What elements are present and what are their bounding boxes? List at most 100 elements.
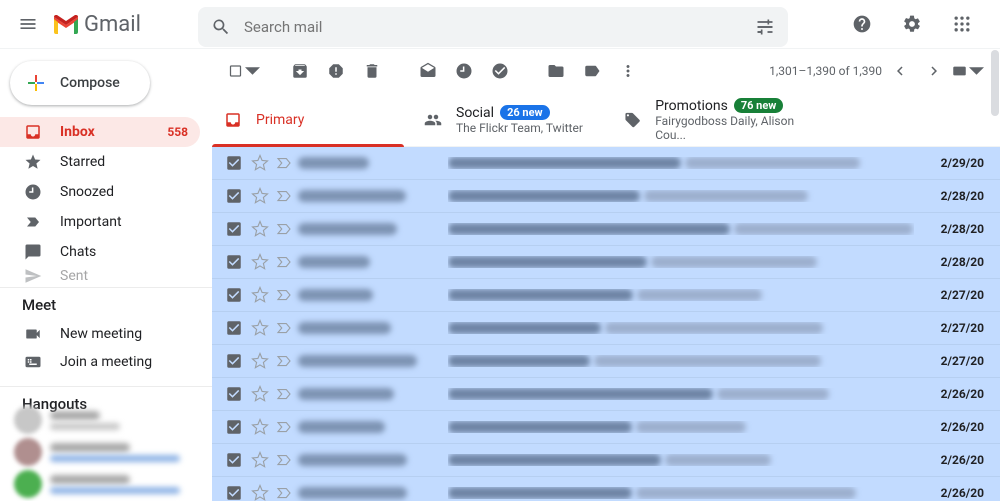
subject: [448, 454, 914, 466]
people-icon: [424, 111, 442, 129]
sender: [298, 487, 448, 499]
sidebar-item-sent[interactable]: Sent: [0, 267, 200, 285]
star-button[interactable]: [250, 384, 270, 404]
more-button[interactable]: [612, 55, 644, 87]
sidebar-item-important[interactable]: Important: [0, 207, 200, 237]
row-checkbox[interactable]: [224, 384, 244, 404]
importance-marker[interactable]: [274, 252, 294, 272]
email-row[interactable]: 2/26/20: [212, 378, 1000, 411]
row-checkbox[interactable]: [224, 186, 244, 206]
support-icon[interactable]: [842, 4, 882, 44]
add-task-button[interactable]: [484, 55, 516, 87]
select-all-checkbox[interactable]: [228, 55, 260, 87]
send-icon: [24, 267, 42, 285]
row-checkbox[interactable]: [224, 417, 244, 437]
sender: [298, 223, 448, 235]
importance-marker[interactable]: [274, 417, 294, 437]
tab-social[interactable]: Social26 new The Flickr Team, Twitter: [412, 93, 612, 146]
page-scrollbar[interactable]: [990, 0, 1000, 500]
importance-marker[interactable]: [274, 351, 294, 371]
importance-marker[interactable]: [274, 318, 294, 338]
hangouts-contact[interactable]: [14, 404, 200, 436]
report-spam-button[interactable]: [320, 55, 352, 87]
star-button[interactable]: [250, 153, 270, 173]
importance-marker[interactable]: [274, 153, 294, 173]
importance-marker[interactable]: [274, 186, 294, 206]
date: 2/26/20: [914, 486, 984, 500]
labels-button[interactable]: [576, 55, 608, 87]
new-meeting-button[interactable]: New meeting: [0, 320, 212, 348]
gmail-logo[interactable]: Gmail: [52, 12, 192, 37]
importance-marker[interactable]: [274, 219, 294, 239]
row-checkbox[interactable]: [224, 318, 244, 338]
email-row[interactable]: 2/29/20: [212, 147, 1000, 180]
search-bar[interactable]: [198, 7, 788, 47]
row-checkbox[interactable]: [224, 285, 244, 305]
importance-marker[interactable]: [274, 450, 294, 470]
row-checkbox[interactable]: [224, 483, 244, 501]
subject: [448, 355, 914, 367]
importance-marker[interactable]: [274, 483, 294, 501]
prev-page-button[interactable]: [884, 55, 916, 87]
compose-button[interactable]: Compose: [10, 61, 150, 105]
delete-button[interactable]: [356, 55, 388, 87]
tab-label: Promotions: [655, 98, 728, 114]
importance-marker[interactable]: [274, 384, 294, 404]
meet-item-label: Join a meeting: [60, 354, 152, 370]
sidebar-item-label: Chats: [60, 244, 96, 260]
email-row[interactable]: 2/26/20: [212, 411, 1000, 444]
hangouts-contact[interactable]: [14, 468, 200, 500]
sidebar-item-inbox[interactable]: Inbox 558: [0, 117, 200, 147]
search-input[interactable]: [238, 18, 748, 36]
tab-primary[interactable]: Primary: [212, 93, 412, 146]
star-button[interactable]: [250, 483, 270, 501]
mail-toolbar: 1,301–1,390 of 1,390: [212, 49, 1000, 93]
star-button[interactable]: [250, 351, 270, 371]
email-row[interactable]: 2/26/20: [212, 444, 1000, 477]
star-button[interactable]: [250, 252, 270, 272]
email-row[interactable]: 2/28/20: [212, 180, 1000, 213]
archive-button[interactable]: [284, 55, 316, 87]
row-checkbox[interactable]: [224, 252, 244, 272]
row-checkbox[interactable]: [224, 153, 244, 173]
email-row[interactable]: 2/28/20: [212, 213, 1000, 246]
row-checkbox[interactable]: [224, 351, 244, 371]
sidebar-item-chats[interactable]: Chats: [0, 237, 200, 267]
sidebar-item-snoozed[interactable]: Snoozed: [0, 177, 200, 207]
email-row[interactable]: 2/26/20: [212, 477, 1000, 501]
star-button[interactable]: [250, 285, 270, 305]
main-menu-button[interactable]: [8, 4, 48, 44]
star-button[interactable]: [250, 318, 270, 338]
video-icon: [24, 325, 42, 343]
star-button[interactable]: [250, 186, 270, 206]
subject: [448, 487, 914, 499]
next-page-button[interactable]: [918, 55, 950, 87]
input-tools-button[interactable]: [952, 55, 984, 87]
star-button[interactable]: [250, 450, 270, 470]
hangouts-contact[interactable]: [14, 436, 200, 468]
sidebar-item-starred[interactable]: Starred: [0, 147, 200, 177]
email-row[interactable]: 2/28/20: [212, 246, 1000, 279]
email-row[interactable]: 2/27/20: [212, 279, 1000, 312]
row-checkbox[interactable]: [224, 219, 244, 239]
importance-marker[interactable]: [274, 285, 294, 305]
email-row[interactable]: 2/27/20: [212, 345, 1000, 378]
star-button[interactable]: [250, 417, 270, 437]
sidebar-item-label: Sent: [60, 268, 88, 284]
join-meeting-button[interactable]: Join a meeting: [0, 348, 212, 376]
search-icon[interactable]: [204, 7, 238, 47]
email-row[interactable]: 2/27/20: [212, 312, 1000, 345]
settings-icon[interactable]: [892, 4, 932, 44]
row-checkbox[interactable]: [224, 450, 244, 470]
tab-label: Social: [456, 105, 494, 121]
header-actions: [842, 4, 992, 44]
mark-read-button[interactable]: [412, 55, 444, 87]
snooze-button[interactable]: [448, 55, 480, 87]
tab-promotions[interactable]: Promotions76 new Fairygodboss Daily, Ali…: [612, 93, 832, 146]
email-list: 2/29/202/28/202/28/202/28/202/27/202/27/…: [212, 147, 1000, 501]
move-to-button[interactable]: [540, 55, 572, 87]
star-button[interactable]: [250, 219, 270, 239]
search-options-icon[interactable]: [748, 7, 782, 47]
apps-icon[interactable]: [942, 4, 982, 44]
important-icon: [24, 213, 42, 231]
